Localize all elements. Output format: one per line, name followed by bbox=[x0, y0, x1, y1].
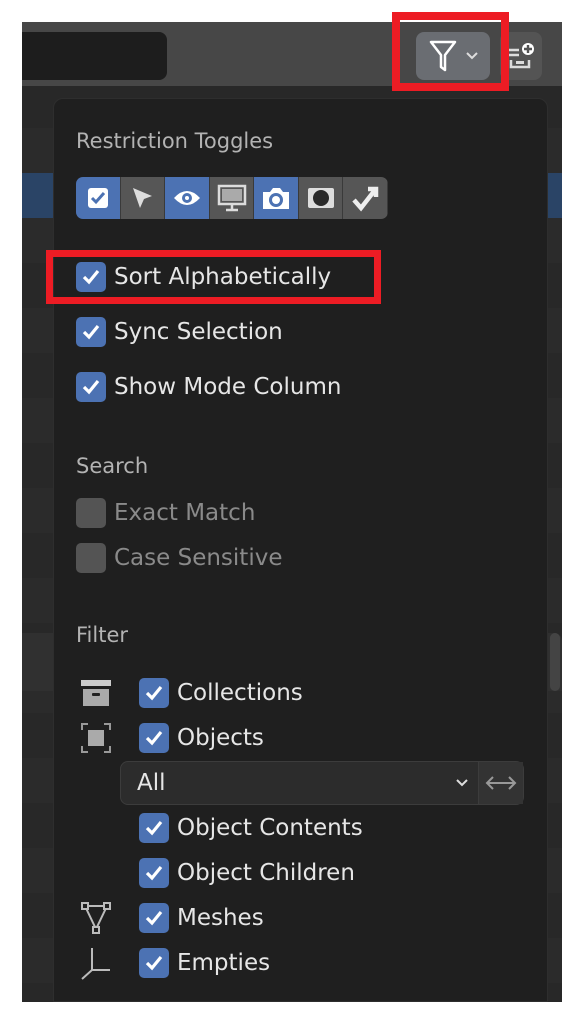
meshes-label[interactable]: Meshes bbox=[177, 903, 264, 933]
case-sensitive-checkbox[interactable] bbox=[76, 543, 106, 573]
object-filter-select[interactable]: All bbox=[120, 761, 524, 805]
objects-checkbox[interactable] bbox=[139, 723, 169, 753]
toggle-monitor[interactable] bbox=[209, 177, 255, 219]
checkmark-icon bbox=[145, 820, 163, 836]
checkmark-icon bbox=[82, 379, 100, 395]
case-sensitive-label[interactable]: Case Sensitive bbox=[114, 543, 282, 573]
arrows-horizontal-icon bbox=[485, 776, 517, 790]
object-contents-label[interactable]: Object Contents bbox=[177, 813, 363, 843]
toggle-indirect-only[interactable] bbox=[343, 177, 388, 219]
checkmark-icon bbox=[145, 865, 163, 881]
checkmark-icon bbox=[145, 685, 163, 701]
camera-icon bbox=[263, 188, 290, 209]
checkmark-icon bbox=[145, 910, 163, 926]
checkbox-icon bbox=[87, 188, 108, 208]
empties-label[interactable]: Empties bbox=[177, 948, 270, 978]
eye-icon bbox=[173, 191, 200, 205]
restriction-toggles-heading: Restriction Toggles bbox=[76, 129, 274, 153]
cursor-arrow-icon bbox=[133, 188, 153, 208]
highlight-filter-button bbox=[392, 12, 509, 91]
collections-label[interactable]: Collections bbox=[177, 678, 303, 708]
toggle-camera[interactable] bbox=[254, 177, 299, 219]
sync-selection-checkbox[interactable] bbox=[76, 317, 106, 347]
chevron-down-icon bbox=[456, 779, 468, 787]
show-mode-column-checkbox[interactable] bbox=[76, 372, 106, 402]
toggle-holdout[interactable] bbox=[298, 177, 344, 219]
exact-match-label[interactable]: Exact Match bbox=[114, 498, 255, 528]
object-children-checkbox[interactable] bbox=[139, 858, 169, 888]
filter-popover: Restriction Toggles Sort Alphabetically S… bbox=[53, 98, 548, 1002]
checkmark-icon bbox=[145, 955, 163, 971]
new-collection-icon bbox=[509, 43, 534, 69]
toggle-checkbox[interactable] bbox=[76, 177, 121, 219]
object-contents-checkbox[interactable] bbox=[139, 813, 169, 843]
toggle-eye[interactable] bbox=[165, 177, 210, 219]
restriction-toggles bbox=[76, 177, 388, 219]
indirect-only-icon bbox=[352, 186, 379, 212]
collection-icon bbox=[79, 676, 113, 710]
swap-filter-button[interactable] bbox=[479, 762, 523, 804]
object-children-label[interactable]: Object Children bbox=[177, 858, 355, 888]
filter-heading: Filter bbox=[76, 623, 129, 647]
monitor-icon bbox=[217, 184, 246, 212]
show-mode-column-label[interactable]: Show Mode Column bbox=[114, 372, 341, 402]
holdout-icon bbox=[307, 188, 334, 208]
empties-checkbox[interactable] bbox=[139, 948, 169, 978]
meshes-checkbox[interactable] bbox=[139, 903, 169, 933]
checkmark-icon bbox=[82, 324, 100, 340]
checkmark-icon bbox=[145, 730, 163, 746]
objects-label[interactable]: Objects bbox=[177, 723, 264, 753]
empty-icon bbox=[79, 946, 113, 980]
scrollbar[interactable] bbox=[550, 633, 560, 691]
sync-selection-label[interactable]: Sync Selection bbox=[114, 317, 283, 347]
mesh-icon bbox=[79, 901, 113, 935]
search-heading: Search bbox=[76, 454, 149, 478]
search-input[interactable] bbox=[22, 32, 167, 80]
toggle-cursor-arrow[interactable] bbox=[120, 177, 166, 219]
object-icon bbox=[79, 721, 113, 755]
object-filter-value: All bbox=[137, 770, 166, 796]
collections-checkbox[interactable] bbox=[139, 678, 169, 708]
highlight-sort-alphabetically bbox=[46, 250, 381, 304]
exact-match-checkbox[interactable] bbox=[76, 498, 106, 528]
